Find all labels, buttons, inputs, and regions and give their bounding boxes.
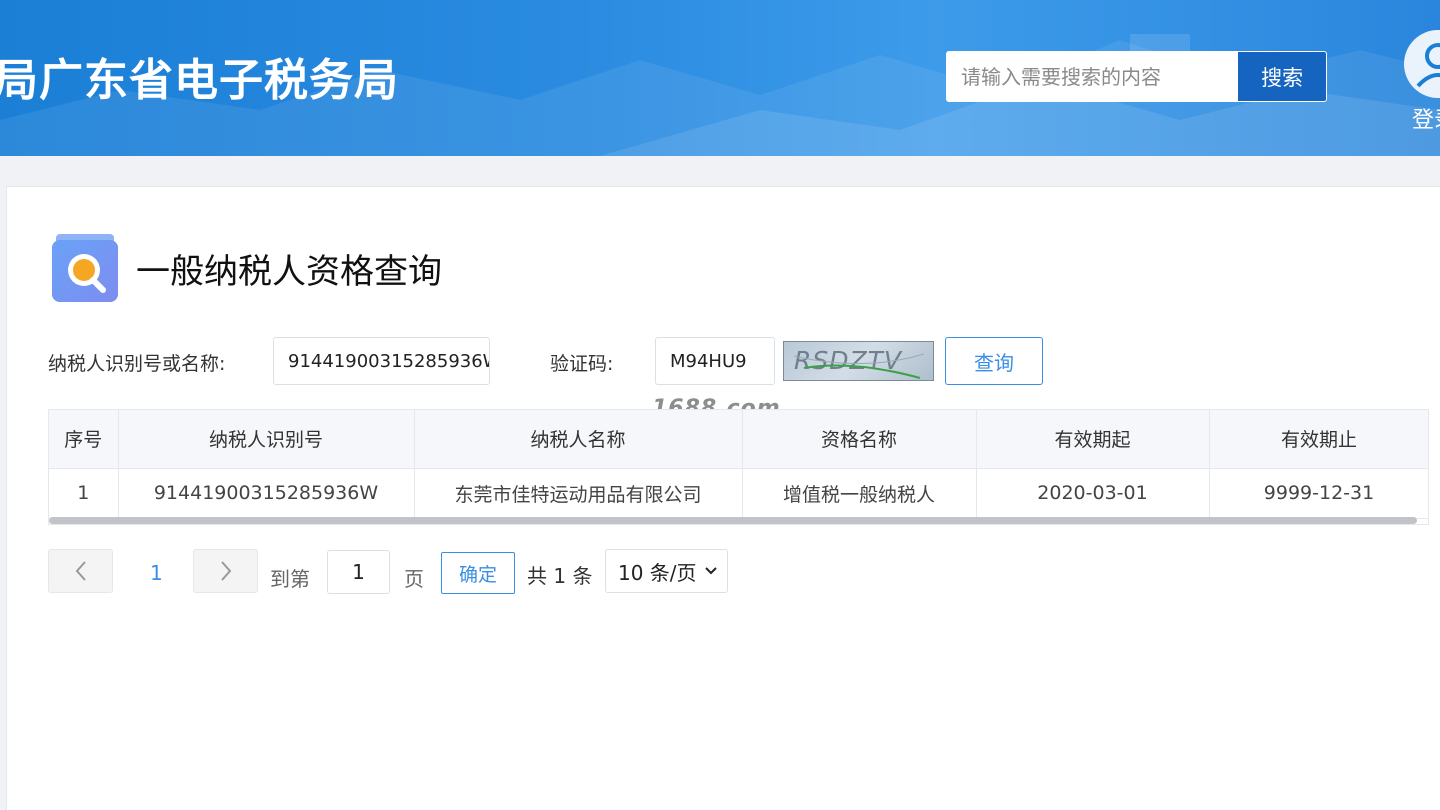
goto-page-input[interactable] <box>327 550 390 594</box>
cell-qualification: 增值税一般纳税人 <box>742 468 977 519</box>
chevron-down-icon <box>705 567 717 575</box>
user-icon[interactable] <box>1404 30 1440 98</box>
header-index: 序号 <box>49 410 119 469</box>
header-taxpayer-id: 纳税人识别号 <box>118 410 415 469</box>
header-taxpayer-name: 纳税人名称 <box>414 410 743 469</box>
horizontal-scrollbar[interactable] <box>49 517 1417 524</box>
search-document-icon <box>48 232 120 304</box>
taxpayer-label: 纳税人识别号或名称: <box>48 353 226 375</box>
header-valid-from: 有效期起 <box>976 410 1210 469</box>
page-title: 一般纳税人资格查询 <box>136 251 442 292</box>
query-button[interactable]: 查询 <box>945 337 1043 385</box>
search-button[interactable]: 搜索 <box>1238 52 1326 101</box>
page-number-current[interactable]: 1 <box>150 561 163 585</box>
results-table: 序号 纳税人识别号 纳税人名称 资格名称 有效期起 有效期止 1 9144190… <box>48 409 1429 525</box>
total-count: 共 1 条 <box>527 564 593 588</box>
cell-index: 1 <box>49 468 119 519</box>
site-header: 局广东省电子税务局 搜索 登录 <box>0 0 1440 156</box>
captcha-input[interactable] <box>655 337 775 385</box>
page-size-value: 10 条/页 <box>618 560 697 585</box>
page-label: 页 <box>404 567 424 591</box>
captcha-label: 验证码: <box>550 353 614 375</box>
goto-label: 到第 <box>270 567 310 591</box>
table-row: 1 91441900315285936W 东莞市佳特运动用品有限公司 增值税一般… <box>49 468 1428 519</box>
site-title: 局广东省电子税务局 <box>0 55 399 106</box>
cell-taxpayer-id: 91441900315285936W <box>118 468 415 519</box>
prev-page-button[interactable] <box>48 549 113 593</box>
cell-valid-to: 9999-12-31 <box>1209 468 1428 519</box>
query-form: 纳税人识别号或名称: 验证码: RSDZTV 查询 <box>48 337 1048 385</box>
cell-taxpayer-name: 东莞市佳特运动用品有限公司 <box>414 468 743 519</box>
page-size-select[interactable]: 10 条/页 <box>605 549 728 593</box>
taxpayer-input[interactable] <box>273 337 490 385</box>
user-login[interactable]: 登录 <box>1404 30 1440 133</box>
header-valid-to: 有效期止 <box>1209 410 1428 469</box>
next-page-button[interactable] <box>193 549 258 593</box>
login-label[interactable]: 登录 <box>1412 102 1440 134</box>
search-box: 搜索 <box>946 51 1327 102</box>
chevron-left-icon <box>75 561 86 581</box>
header-qualification: 资格名称 <box>742 410 977 469</box>
captcha-image[interactable]: RSDZTV <box>783 341 934 381</box>
chevron-right-icon <box>220 561 231 581</box>
search-input[interactable] <box>947 52 1239 101</box>
page-title-row: 一般纳税人资格查询 <box>48 232 442 304</box>
cell-valid-from: 2020-03-01 <box>976 468 1210 519</box>
confirm-page-button[interactable]: 确定 <box>441 552 515 594</box>
table-header-row: 序号 纳税人识别号 纳税人名称 资格名称 有效期起 有效期止 <box>49 410 1428 469</box>
